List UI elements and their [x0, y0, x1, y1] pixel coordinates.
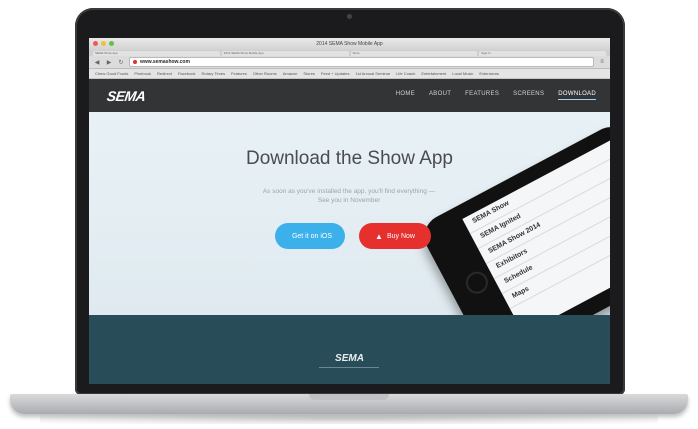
footer-divider [319, 367, 379, 368]
nav-home[interactable]: HOME [396, 91, 415, 100]
nav-features[interactable]: FEATURES [465, 91, 499, 100]
android-icon: ▲ [375, 231, 383, 241]
nav-screens[interactable]: SCREENS [513, 91, 544, 100]
bookmark-item[interactable]: Amazon [283, 71, 298, 76]
bookmark-item[interactable]: Entertainment [421, 71, 446, 76]
laptop-base [10, 394, 688, 414]
browser-toolbar: ◀ ▶ ↻ www.semashow.com ≡ [89, 56, 610, 69]
site-favicon-icon [133, 60, 137, 64]
minimize-window-button[interactable] [101, 41, 106, 46]
site-navbar: SEMA HOME ABOUT FEATURES SCREENS DOWNLOA… [89, 79, 610, 112]
app-store-label: Get it on iOS [291, 232, 333, 240]
footer-logo: SEMA [335, 353, 364, 364]
google-play-button[interactable]: ▲ Buy Now [359, 223, 431, 249]
back-arrow-icon[interactable]: ◀ [93, 59, 101, 66]
menu-icon[interactable]: ≡ [598, 59, 606, 65]
browser-tab[interactable]: Store [350, 51, 478, 56]
bookmark-item[interactable]: Rotary Times [202, 71, 226, 76]
bookmark-item[interactable]: Chew Good Foods [95, 71, 128, 76]
laptop-notch [309, 394, 389, 400]
window-controls [93, 41, 114, 46]
camera-dot [347, 14, 352, 19]
main-menu: HOME ABOUT FEATURES SCREENS DOWNLOAD [396, 91, 596, 100]
laptop-lid: 2014 SEMA Show Mobile App SEMA Show App … [75, 8, 625, 395]
bookmark-item[interactable]: Life Coach [396, 71, 415, 76]
browser-titlebar: 2014 SEMA Show Mobile App [89, 38, 610, 50]
hero-title: Download the Show App [245, 148, 454, 169]
maximize-window-button[interactable] [109, 41, 114, 46]
nav-about[interactable]: ABOUT [429, 91, 451, 100]
bookmark-item[interactable]: Extensions [479, 71, 499, 76]
bookmark-item[interactable]: Pinebook [134, 71, 151, 76]
bookmark-item[interactable]: Local Music [452, 71, 473, 76]
close-window-button[interactable] [93, 41, 98, 46]
bookmark-item[interactable]: Features [231, 71, 247, 76]
bookmark-item[interactable]: 1st Annual Seminar [356, 71, 391, 76]
phone-home-button-icon [462, 267, 492, 298]
window-title: 2014 SEMA Show Mobile App [316, 41, 383, 47]
bookmarks-bar: Chew Good Foods Pinebook Redirect Facebo… [89, 69, 610, 79]
bookmark-item[interactable]: Facebook [178, 71, 196, 76]
laptop-screen: 2014 SEMA Show Mobile App SEMA Show App … [89, 38, 610, 384]
bookmark-item[interactable]: Stores [303, 71, 315, 76]
bookmark-item[interactable]: Other Rooms [253, 71, 277, 76]
nav-download[interactable]: DOWNLOAD [558, 91, 596, 100]
browser-tab[interactable]: Sign In [479, 51, 606, 56]
address-bar[interactable]: www.semashow.com [129, 57, 594, 67]
url-text: www.semashow.com [140, 59, 190, 65]
hero-subtitle: As soon as you've installed the app, you… [262, 188, 436, 204]
browser-tab[interactable]: SEMA Show App [93, 51, 220, 56]
reload-icon[interactable]: ↻ [117, 59, 125, 66]
site-footer: SEMA [89, 315, 610, 384]
browser-tab[interactable]: 2014 SEMA Show Mobile App [221, 51, 349, 56]
bookmark-item[interactable]: Feed + Updates [321, 71, 350, 76]
forward-arrow-icon[interactable]: ▶ [105, 59, 113, 66]
google-play-label: Buy Now [386, 232, 415, 240]
bookmark-item[interactable]: Redirect [157, 71, 172, 76]
sema-logo[interactable]: SEMA [106, 88, 147, 104]
laptop-shadow [40, 414, 658, 424]
app-store-button[interactable]: Get it on iOS [275, 223, 345, 249]
hero-section: SEMA Show SEMA Ignited SEMA Show 2014 Ex… [89, 112, 610, 315]
